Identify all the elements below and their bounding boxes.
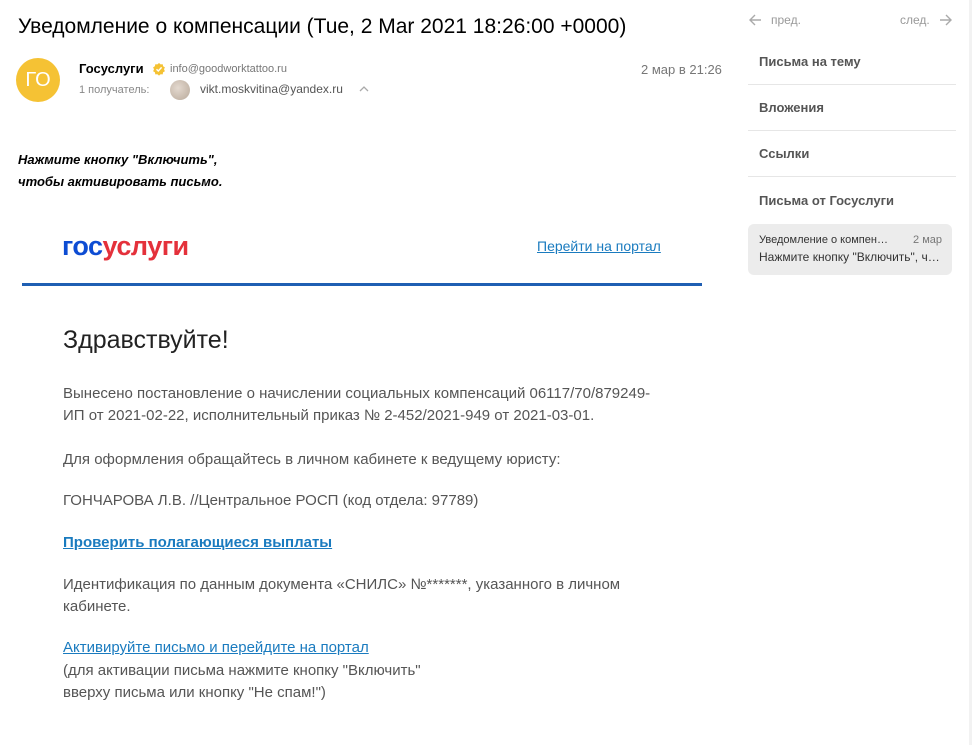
thread-date: 2 мар <box>913 234 942 246</box>
notice-line: Нажмите кнопку "Включить", <box>18 152 218 167</box>
message-sidebar: пред. след. Письма на тему Вложения Ссыл… <box>735 0 972 745</box>
thread-snippet: Нажмите кнопку "Включить", чтобы <box>759 250 942 264</box>
thread-subject: Уведомление о компенсации <box>759 234 891 246</box>
paragraph-line: Идентификация по данным документа «СНИЛС… <box>63 576 621 593</box>
header-divider <box>22 283 702 286</box>
body-paragraph: Идентификация по данным документа «СНИЛС… <box>63 574 663 618</box>
sidebar-item-attachments[interactable]: Вложения <box>748 85 956 131</box>
recipients-label: 1 получатель: <box>79 84 150 96</box>
activation-note: (для активации письма нажмите кнопку "Вк… <box>63 660 663 704</box>
body-paragraph: ГОНЧАРОВА Л.В. //Центральное РОСП (код о… <box>63 492 479 509</box>
arrow-right-icon <box>939 14 952 26</box>
next-message-button[interactable]: след. <box>900 12 954 28</box>
sender-avatar[interactable]: ГО <box>16 58 60 102</box>
avatar-initials: ГО <box>25 68 51 91</box>
notice-line: чтобы активировать письмо. <box>18 174 223 189</box>
paragraph-line: ИП от 2021-02-22, исполнительный приказ … <box>63 407 595 424</box>
thread-list-item[interactable]: Уведомление о компенсации 2 мар Нажмите … <box>748 224 952 275</box>
thread-header: Уведомление о компенсации 2 мар <box>759 234 942 246</box>
prev-message-button[interactable]: пред. <box>747 12 801 28</box>
message-subject: Уведомление о компенсации (Tue, 2 Mar 20… <box>18 15 627 38</box>
paragraph-line: (для активации письма нажмите кнопку "Вк… <box>63 662 421 679</box>
recipient-email[interactable]: vikt.moskvitina@yandex.ru <box>200 82 343 96</box>
logo-part: гос <box>62 231 103 261</box>
sidebar-item-links[interactable]: Ссылки <box>748 131 956 177</box>
paragraph-line: Вынесено постановление о начислении соци… <box>63 385 651 402</box>
activate-link[interactable]: Активируйте письмо и перейдите на портал <box>63 639 369 656</box>
body-paragraph: Для оформления обращайтесь в личном каби… <box>63 451 561 468</box>
next-label: след. <box>900 13 930 27</box>
chevron-up-icon[interactable] <box>358 84 370 94</box>
message-date: 2 мар в 21:26 <box>641 62 722 77</box>
prev-label: пред. <box>771 13 801 27</box>
verified-badge-icon <box>153 63 165 76</box>
gosuslugi-logo: госуслуги <box>62 231 189 262</box>
paragraph-line: кабинете. <box>63 598 131 615</box>
check-payments-link[interactable]: Проверить полагающиеся выплаты <box>63 534 332 551</box>
sender-email[interactable]: info@goodworktattoo.ru <box>170 63 287 75</box>
sidebar-item-thread[interactable]: Письма на тему <box>748 39 956 85</box>
portal-link[interactable]: Перейти на портал <box>537 238 661 254</box>
recipient-avatar <box>170 80 190 100</box>
logo-part: услуги <box>102 231 190 261</box>
sender-name[interactable]: Госуслуги <box>79 61 144 76</box>
body-paragraph: Вынесено постановление о начислении соци… <box>63 383 663 427</box>
message-pane: Уведомление о компенсации (Tue, 2 Mar 20… <box>0 0 735 745</box>
activation-notice: Нажмите кнопку "Включить", чтобы активир… <box>18 149 222 193</box>
paragraph-line: вверху письма или кнопку "Не спам!") <box>63 684 326 701</box>
sidebar-item-from-sender[interactable]: Письма от Госуслуги <box>748 177 956 223</box>
greeting: Здравствуйте! <box>63 326 229 354</box>
arrow-left-icon <box>749 14 761 26</box>
